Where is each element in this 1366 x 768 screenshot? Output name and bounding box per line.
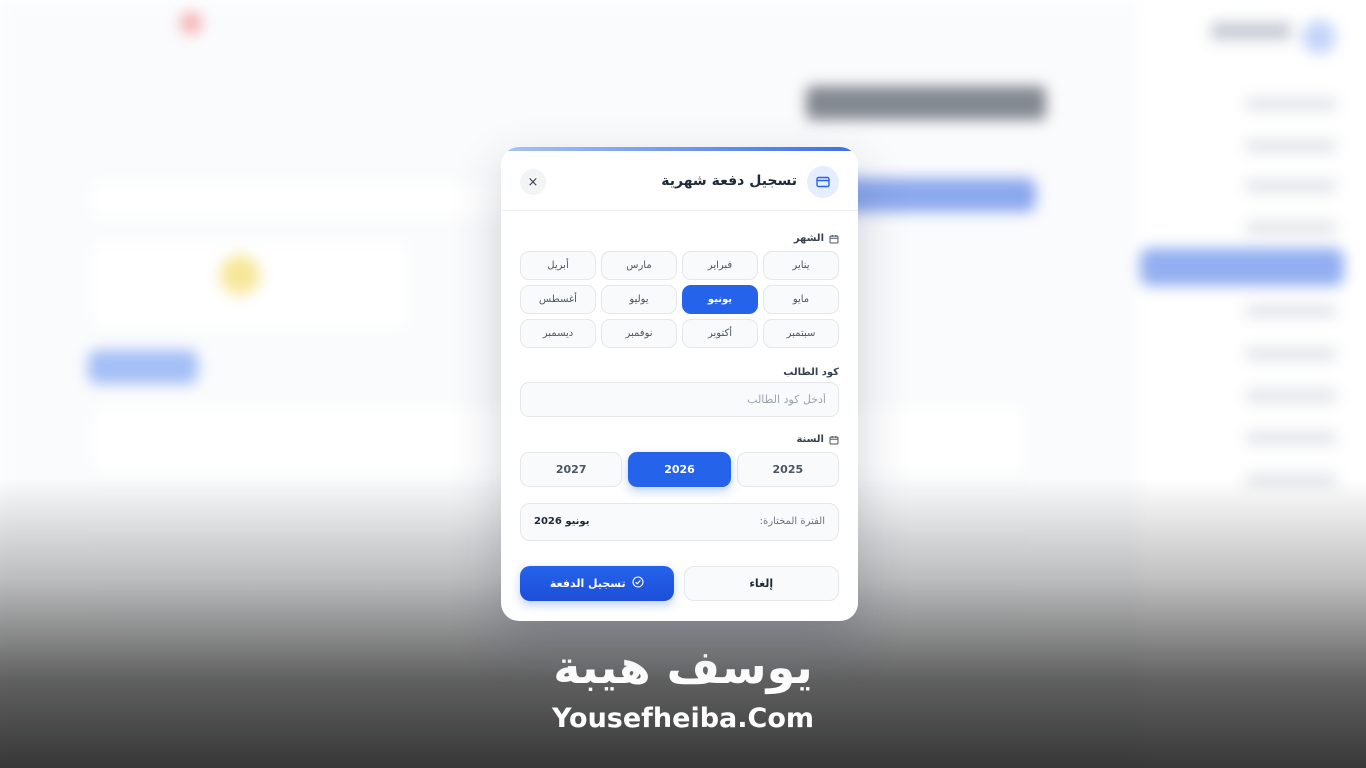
- selected-period-label: الفترة المختارة:: [759, 516, 825, 527]
- submit-button-label: تسجيل الدفعة: [549, 577, 626, 590]
- month-button-february[interactable]: فبراير: [682, 251, 758, 280]
- background-nav-item: [1246, 180, 1336, 192]
- month-button-december[interactable]: ديسمبر: [520, 319, 596, 348]
- year-label-text: السنة: [796, 434, 824, 445]
- year-button-2026[interactable]: 2026: [628, 452, 731, 487]
- background-nav-item: [1246, 305, 1336, 317]
- year-button-2027[interactable]: 2027: [520, 452, 623, 487]
- month-button-january[interactable]: يناير: [763, 251, 839, 280]
- year-button-2025[interactable]: 2025: [736, 452, 839, 487]
- month-button-june[interactable]: يونيو: [682, 285, 758, 314]
- background-primary-button: [836, 178, 1036, 212]
- modal-title: تسجيل دفعة شهرية: [661, 173, 797, 189]
- background-nav-item: [1246, 222, 1336, 234]
- check-circle-icon: [632, 576, 644, 591]
- month-section-label: الشهر: [794, 233, 839, 244]
- month-label-text: الشهر: [793, 233, 824, 244]
- month-button-september[interactable]: سبتمبر: [763, 319, 839, 348]
- selected-period-value: يونيو 2026: [534, 516, 590, 527]
- calendar-icon: [829, 435, 839, 445]
- month-button-april[interactable]: أبريل: [520, 251, 596, 280]
- background-notification-dot: [180, 12, 202, 34]
- close-button[interactable]: ×: [520, 169, 546, 195]
- background-nav-item: [1246, 432, 1336, 444]
- year-section-label: السنة: [796, 434, 839, 445]
- student-code-input[interactable]: [520, 382, 839, 417]
- background-logo-text: [1211, 22, 1291, 40]
- modal-header: تسجيل دفعة شهرية ×: [501, 151, 858, 211]
- background-nav-item-active: [1140, 248, 1344, 286]
- student-code-label: كود الطالب: [783, 367, 839, 378]
- month-button-march[interactable]: مارس: [601, 251, 677, 280]
- watermark-english: Yousefheiba.Com: [551, 703, 815, 734]
- background-page-title: [806, 86, 1046, 120]
- payment-modal: تسجيل دفعة شهرية × الشهر يناير فبراير ما…: [501, 147, 858, 621]
- credit-card-icon: [807, 166, 839, 198]
- background-nav-item: [1246, 348, 1336, 360]
- month-button-august[interactable]: أغسطس: [520, 285, 596, 314]
- background-logo: [1302, 20, 1336, 54]
- background-stat-icon: [220, 255, 260, 295]
- background-nav-item: [1246, 390, 1336, 402]
- cancel-button[interactable]: إلغاء: [683, 566, 839, 601]
- close-icon: ×: [527, 174, 539, 190]
- month-grid: يناير فبراير مارس أبريل مايو يونيو يوليو…: [520, 251, 839, 348]
- selected-period-box: الفترة المختارة: يونيو 2026: [520, 503, 839, 541]
- background-nav-item: [1246, 98, 1336, 110]
- month-button-november[interactable]: نوفمبر: [601, 319, 677, 348]
- month-button-may[interactable]: مايو: [763, 285, 839, 314]
- submit-payment-button[interactable]: تسجيل الدفعة: [520, 566, 674, 601]
- modal-footer: إلغاء تسجيل الدفعة: [520, 566, 839, 601]
- background-search-card: [90, 180, 510, 220]
- background-filter-button: [88, 350, 198, 384]
- month-button-october[interactable]: أكتوبر: [682, 319, 758, 348]
- background-nav-item: [1246, 140, 1336, 152]
- month-button-july[interactable]: يوليو: [601, 285, 677, 314]
- watermark-arabic: يوسف هيبة: [553, 640, 813, 694]
- calendar-icon: [829, 234, 839, 244]
- year-grid: 2025 2026 2027: [520, 452, 839, 487]
